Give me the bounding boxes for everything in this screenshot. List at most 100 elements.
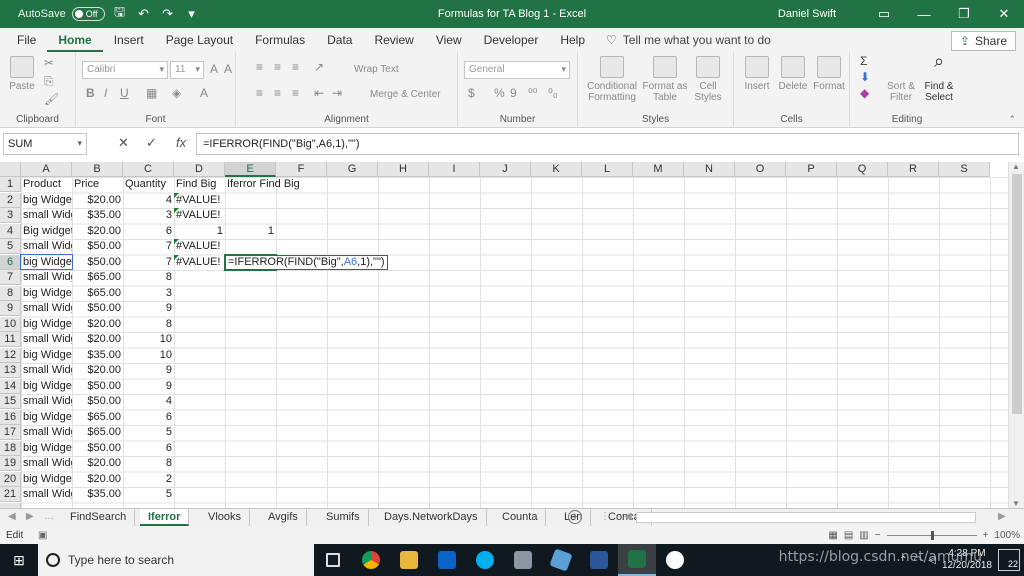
cell-a18[interactable]: big Widget <box>21 441 72 456</box>
cell-a20[interactable]: big Widget <box>21 472 72 487</box>
sort-filter-button[interactable]: Sort & Filter <box>884 56 918 103</box>
user-name[interactable]: Daniel Swift <box>778 8 836 20</box>
column-header-s[interactable]: S <box>939 162 990 177</box>
format-painter-icon[interactable]: 🖌 <box>44 92 59 106</box>
cell-c1[interactable]: Quantity <box>123 177 174 192</box>
next-sheet-icon[interactable]: ▶ <box>26 511 34 522</box>
column-header-n[interactable]: N <box>684 162 735 177</box>
row-header[interactable]: 9 <box>0 301 21 316</box>
row-header[interactable]: 16 <box>0 409 21 425</box>
font-size-increase-icon[interactable]: A <box>210 62 218 76</box>
cell-d2[interactable]: #VALUE! <box>174 192 225 208</box>
zoom-level[interactable]: 100% <box>994 530 1020 541</box>
row-header[interactable]: 7 <box>0 270 21 285</box>
cell-b15[interactable]: $50.00 <box>72 394 123 409</box>
sheet-tab-findsearch[interactable]: FindSearch <box>62 509 136 526</box>
cell-d1[interactable]: Find Big <box>174 177 225 192</box>
cell-a15[interactable]: small Widget <box>21 394 72 409</box>
tab-page-layout[interactable]: Page Layout <box>155 28 244 52</box>
cell-b9[interactable]: $50.00 <box>72 301 123 316</box>
row-header[interactable]: 14 <box>0 378 21 394</box>
bold-icon[interactable]: B <box>86 86 95 100</box>
notification-center[interactable]: 22 <box>998 549 1020 571</box>
vertical-scrollbar[interactable]: ▲ ▼ <box>1008 162 1024 508</box>
cell-c4[interactable]: 6 <box>123 224 174 239</box>
cell-b1[interactable]: Price <box>72 177 123 192</box>
tab-review[interactable]: Review <box>363 28 424 52</box>
decrease-indent-icon[interactable]: ⇤ <box>314 86 324 100</box>
cell-b3[interactable]: $35.00 <box>72 208 123 223</box>
cell-c8[interactable]: 3 <box>123 286 174 301</box>
slack-icon[interactable] <box>656 544 694 576</box>
collapse-ribbon-icon[interactable]: ⌃ <box>1008 114 1016 125</box>
cell-c3[interactable]: 3 <box>123 208 174 223</box>
cell-c7[interactable]: 8 <box>123 270 174 285</box>
sheet-tab-sumifs[interactable]: Sumifs <box>318 509 369 526</box>
increase-decimal-icon[interactable]: ⁰⁰ <box>528 86 538 100</box>
column-header-o[interactable]: O <box>735 162 786 177</box>
cell-c12[interactable]: 10 <box>123 348 174 363</box>
cell-b2[interactable]: $20.00 <box>72 193 123 208</box>
tab-home[interactable]: Home <box>47 28 103 52</box>
decrease-decimal-icon[interactable]: ⁰₀ <box>548 86 558 100</box>
cell-b14[interactable]: $50.00 <box>72 379 123 394</box>
formula-input[interactable]: =IFERROR(FIND("Big",A6,1),"") <box>196 133 1019 155</box>
cell-b11[interactable]: $20.00 <box>72 332 123 347</box>
tab-insert[interactable]: Insert <box>103 28 155 52</box>
cell-d3[interactable]: #VALUE! <box>174 208 225 223</box>
minimize-icon[interactable]: — <box>904 0 944 28</box>
comma-icon[interactable]: 9 <box>510 86 517 100</box>
share-button[interactable]: ⇪ Share <box>950 31 1016 51</box>
wrap-text-button[interactable]: Wrap Text <box>354 64 399 75</box>
more-sheets-icon[interactable]: … <box>44 511 54 522</box>
cell-a19[interactable]: small Widget <box>21 456 72 471</box>
cell-c5[interactable]: 7 <box>123 239 174 254</box>
task-view-icon[interactable] <box>314 544 352 576</box>
cell-b19[interactable]: $20.00 <box>72 456 123 471</box>
conditional-formatting-button[interactable]: Conditional Formatting <box>584 56 640 103</box>
cell-c6[interactable]: 7 <box>123 255 174 270</box>
cell-b8[interactable]: $65.00 <box>72 286 123 301</box>
cancel-icon[interactable]: ✕ <box>118 135 129 151</box>
underline-icon[interactable]: U <box>120 86 129 100</box>
column-header-f[interactable]: F <box>276 162 327 177</box>
restore-icon[interactable]: ❐ <box>944 0 984 28</box>
column-header-e[interactable]: E <box>225 162 276 177</box>
chrome-icon[interactable] <box>352 544 390 576</box>
cell-c9[interactable]: 9 <box>123 301 174 316</box>
cell-a13[interactable]: small Widget <box>21 363 72 378</box>
cell-c14[interactable]: 9 <box>123 379 174 394</box>
format-as-table-button[interactable]: Format as Table <box>642 56 688 103</box>
row-header[interactable]: 11 <box>0 332 21 347</box>
column-header-p[interactable]: P <box>786 162 837 177</box>
cell-styles-button[interactable]: Cell Styles <box>690 56 726 103</box>
cell-b5[interactable]: $50.00 <box>72 239 123 254</box>
cell-a16[interactable]: big Widget <box>21 410 72 425</box>
skype-icon[interactable] <box>466 544 504 576</box>
row-header[interactable]: 8 <box>0 285 21 301</box>
cell-c20[interactable]: 2 <box>123 472 174 487</box>
row-header[interactable]: 19 <box>0 456 21 471</box>
cell-a10[interactable]: big Widget <box>21 317 72 332</box>
row-header[interactable]: 12 <box>0 347 21 363</box>
font-size-decrease-icon[interactable]: A <box>224 62 232 76</box>
column-header-d[interactable]: D <box>174 162 225 177</box>
cell-c13[interactable]: 9 <box>123 363 174 378</box>
normal-view-icon[interactable]: ▦ <box>828 530 837 541</box>
autosave-toggle[interactable]: Off <box>71 7 105 21</box>
center-icon[interactable]: ≡ <box>274 86 281 100</box>
row-header[interactable]: 17 <box>0 425 21 440</box>
sheet-tab-days-networkdays[interactable]: Days.NetworkDays <box>376 509 487 526</box>
delete-cells-button[interactable]: Delete <box>776 56 810 92</box>
prev-sheet-icon[interactable]: ◀ <box>8 511 16 522</box>
customize-quick-access-icon[interactable]: ▾ <box>183 5 201 23</box>
orientation-icon[interactable]: ↗ <box>314 60 324 74</box>
close-icon[interactable]: ✕ <box>984 0 1024 28</box>
format-cells-button[interactable]: Format <box>812 56 846 92</box>
vertical-scroll-thumb[interactable] <box>1012 174 1022 414</box>
page-layout-view-icon[interactable]: ▤ <box>844 530 853 541</box>
cell-b13[interactable]: $20.00 <box>72 363 123 378</box>
column-header-q[interactable]: Q <box>837 162 888 177</box>
row-header[interactable]: 4 <box>0 223 21 239</box>
cell-c16[interactable]: 6 <box>123 410 174 425</box>
